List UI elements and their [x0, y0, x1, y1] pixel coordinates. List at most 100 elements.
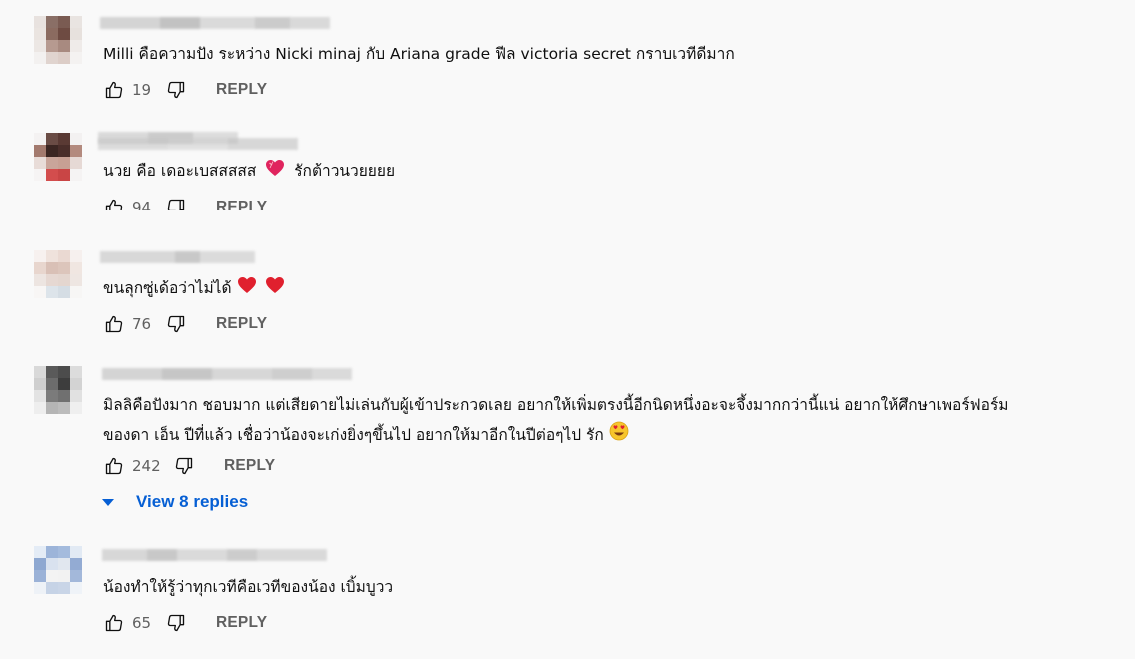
comment-text-line: ของดา เอ็น ปีที่แล้ว เชื่อว่าน้องจะเก่งย…	[103, 420, 1009, 451]
avatar-pixel	[34, 274, 46, 286]
avatar-pixel	[70, 570, 82, 582]
comment-text-part: ขนลุกซู่เด้อว่าไม่ได้	[103, 279, 232, 297]
avatar-pixel	[46, 157, 58, 169]
author-name-blurred[interactable]	[102, 549, 327, 561]
avatar-pixel	[70, 378, 82, 390]
avatar-pixel	[34, 390, 46, 402]
avatar-pixel	[34, 570, 46, 582]
avatar-pixel	[70, 28, 82, 40]
avatar-pixel	[70, 52, 82, 64]
avatar-pixel	[70, 40, 82, 52]
avatar-pixel	[70, 366, 82, 378]
avatar-pixel	[58, 582, 70, 594]
avatar-pixel	[46, 286, 58, 298]
avatar-pixel	[46, 402, 58, 414]
comment-text: น้องทำให้รู้ว่าทุกเวทีคือเวทีของน้อง เบิ…	[103, 578, 394, 596]
dislike-icon[interactable]	[164, 196, 188, 210]
avatar-pixel	[46, 558, 58, 570]
avatar-pixel	[34, 169, 46, 181]
avatar-pixel	[58, 286, 70, 298]
avatar-pixel	[46, 52, 58, 64]
avatar[interactable]	[34, 16, 82, 64]
avatar-pixel	[34, 262, 46, 274]
avatar-pixel	[34, 133, 46, 145]
avatar-pixel	[70, 145, 82, 157]
avatar-pixel	[70, 262, 82, 274]
avatar-pixel	[58, 250, 70, 262]
author-name-blurred[interactable]	[102, 368, 352, 380]
avatar-pixel	[58, 274, 70, 286]
like-icon[interactable]	[102, 611, 126, 635]
avatar-pixel	[58, 570, 70, 582]
dislike-icon[interactable]	[172, 454, 196, 478]
avatar-pixel	[58, 378, 70, 390]
avatar-pixel	[58, 16, 70, 28]
avatar-pixel	[34, 40, 46, 52]
avatar-pixel	[70, 169, 82, 181]
avatar-pixel	[34, 28, 46, 40]
heart-eyes-icon	[609, 421, 629, 451]
avatar-pixel	[58, 169, 70, 181]
avatar-pixel	[34, 402, 46, 414]
avatar-pixel	[58, 145, 70, 157]
avatar-pixel	[46, 366, 58, 378]
avatar-pixel	[58, 157, 70, 169]
avatar-pixel	[70, 250, 82, 262]
like-icon[interactable]	[102, 454, 126, 478]
avatar-pixel	[58, 52, 70, 64]
avatar-pixel	[34, 157, 46, 169]
author-name-blurred[interactable]	[100, 251, 255, 263]
comment-text-part: ของดา เอ็น ปีที่แล้ว เชื่อว่าน้องจะเก่งย…	[103, 426, 604, 444]
like-count: 76	[132, 315, 152, 333]
like-icon[interactable]	[102, 312, 126, 336]
dislike-icon[interactable]	[164, 312, 188, 336]
avatar[interactable]	[34, 366, 82, 414]
like-icon[interactable]	[102, 78, 126, 102]
avatar-pixel	[46, 546, 58, 558]
dislike-icon[interactable]	[164, 611, 188, 635]
reply-button[interactable]: REPLY	[224, 457, 275, 475]
avatar-pixel	[70, 558, 82, 570]
avatar[interactable]	[34, 546, 82, 594]
comment-text: ขนลุกซู่เด้อว่าไม่ได้	[103, 273, 285, 304]
author-name-blurred[interactable]	[100, 17, 330, 29]
comment-text-part: นวย คือ เดอะเบสสสสส	[103, 162, 257, 180]
avatar[interactable]	[34, 133, 82, 181]
avatar-pixel	[58, 133, 70, 145]
avatar-pixel	[46, 145, 58, 157]
dislike-icon[interactable]	[164, 78, 188, 102]
reply-button[interactable]: REPLY	[216, 196, 267, 210]
avatar-pixel	[70, 390, 82, 402]
comment-text: มิลลิคือปังมาก ชอบมาก แต่เสียดายไม่เล่นก…	[103, 390, 1009, 451]
like-icon[interactable]	[102, 196, 126, 210]
avatar-pixel	[58, 28, 70, 40]
avatar-pixel	[58, 262, 70, 274]
avatar-pixel	[70, 402, 82, 414]
avatar-pixel	[46, 16, 58, 28]
avatar-pixel	[34, 558, 46, 570]
like-count: 19	[132, 81, 152, 99]
avatar-pixel	[46, 582, 58, 594]
reply-button[interactable]: REPLY	[216, 315, 267, 333]
avatar-pixel	[34, 286, 46, 298]
avatar-pixel	[70, 16, 82, 28]
avatar-pixel	[70, 274, 82, 286]
like-count: 242	[132, 457, 161, 475]
view-replies-button[interactable]: View 8 replies	[100, 490, 248, 514]
avatar-pixel	[58, 390, 70, 402]
avatar-pixel	[70, 133, 82, 145]
avatar-pixel	[46, 378, 58, 390]
avatar-pixel	[58, 558, 70, 570]
avatar-pixel	[58, 546, 70, 558]
like-count: 94	[132, 199, 152, 210]
reply-button[interactable]: REPLY	[216, 81, 267, 99]
avatar[interactable]	[34, 250, 82, 298]
avatar-pixel	[34, 52, 46, 64]
avatar-pixel	[70, 582, 82, 594]
sparkling-heart-icon	[265, 157, 285, 187]
avatar-pixel	[58, 40, 70, 52]
comment-text-line: มิลลิคือปังมาก ชอบมาก แต่เสียดายไม่เล่นก…	[103, 396, 1009, 414]
reply-button[interactable]: REPLY	[216, 614, 267, 632]
comment-text-part: รักต้าวนวยยยย	[294, 162, 396, 180]
avatar-pixel	[46, 133, 58, 145]
